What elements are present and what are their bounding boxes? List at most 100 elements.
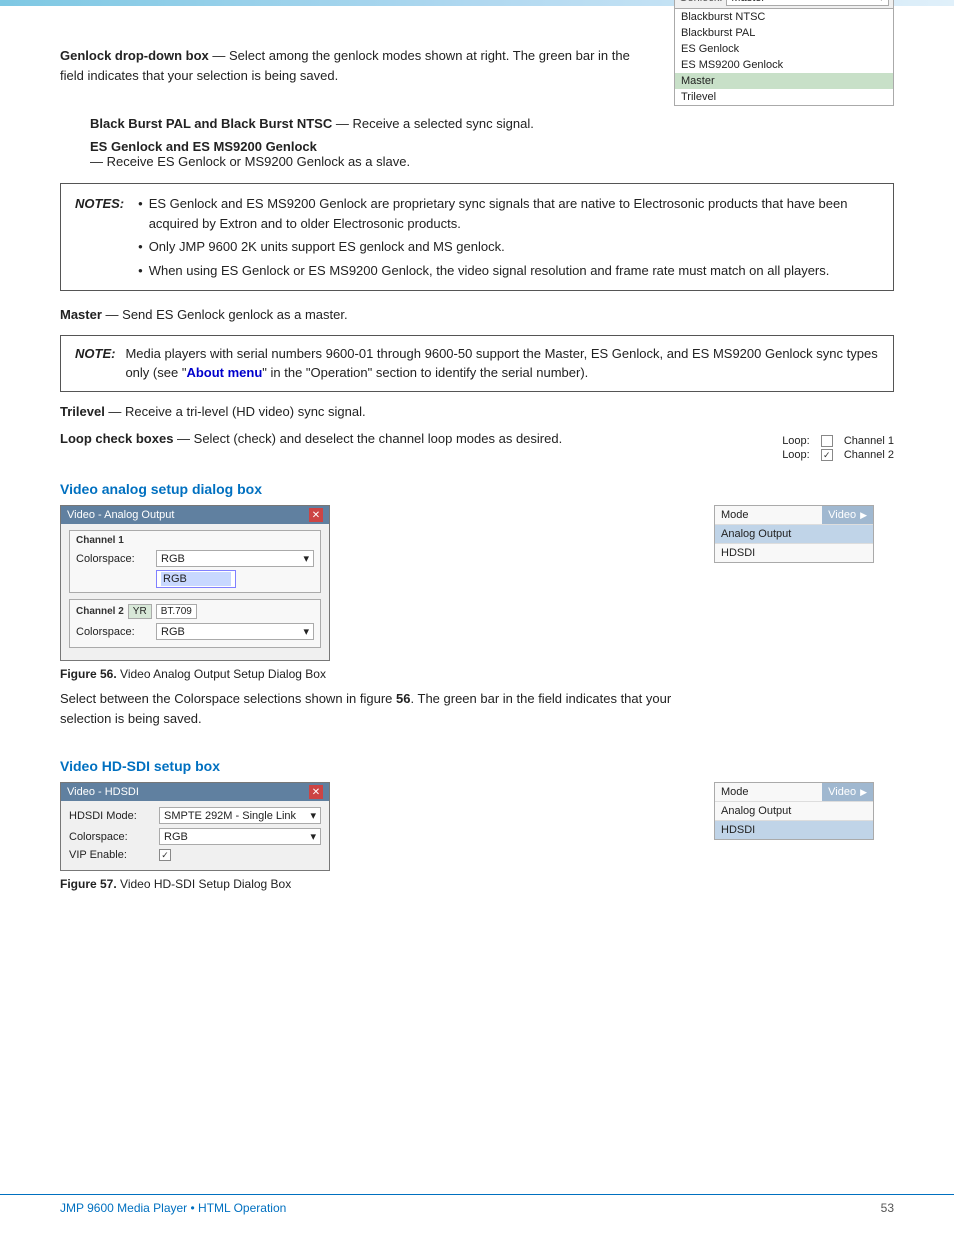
notes-items: • ES Genlock and ES MS9200 Genlock are p… — [138, 194, 879, 280]
figure57-caption: Figure 57. Video HD-SDI Setup Dialog Box — [60, 877, 694, 891]
select-text: Select between the Colorspace selections… — [60, 691, 392, 706]
video-analog-close-button[interactable]: ✕ — [309, 508, 323, 522]
channel2-dropdown-arrow: ▾ — [303, 625, 309, 638]
loop-ch1-checkbox[interactable] — [821, 435, 833, 447]
channel2-section: Channel 2 YR BT.709 Colorspace: RGB ▾ — [69, 599, 321, 648]
video-analog-desc: Select between the Colorspace selections… — [60, 689, 694, 728]
mode-cell-mode: Mode — [715, 506, 822, 524]
video-analog-section: Video analog setup dialog box Video - An… — [60, 481, 894, 738]
mode-row-hdsdi[interactable]: HDSDI — [715, 544, 873, 562]
loop-ch2-row: Loop: ✓ Channel 2 — [782, 449, 894, 461]
black-burst-section: Black Burst PAL and Black Burst NTSC — R… — [90, 116, 894, 131]
genlock-select[interactable]: Master ▾ — [726, 0, 889, 6]
black-burst-text: — Receive a selected sync signal. — [332, 116, 534, 131]
notes-box: NOTES: • ES Genlock and ES MS9200 Genloc… — [60, 183, 894, 291]
hdsdi-mode-arrow-icon: ▶ — [860, 787, 867, 798]
note-box: NOTE: Media players with serial numbers … — [60, 335, 894, 392]
genlock-option-blackburst-ntsc[interactable]: Blackburst NTSC — [675, 9, 893, 25]
mode-cell-video[interactable]: Video ▶ — [822, 506, 873, 524]
trilevel-section: Trilevel — Receive a tri-level (HD video… — [60, 402, 894, 422]
channel2-tab2[interactable]: BT.709 — [156, 604, 197, 619]
loop-text: — Select (check) and deselect the channe… — [173, 431, 562, 446]
channel2-title: Channel 2 — [76, 606, 124, 617]
loop-heading: Loop check boxes — [60, 431, 173, 446]
genlock-option-es-ms9200[interactable]: ES MS9200 Genlock — [675, 57, 893, 73]
notes-content: NOTES: • ES Genlock and ES MS9200 Genloc… — [75, 194, 879, 280]
genlock-panel: Genlock: Master ▾ Blackburst NTSC Blackb… — [674, 0, 894, 106]
video-hdsdi-left: Video - HDSDI ✕ HDSDI Mode: SMPTE 292M -… — [60, 782, 694, 899]
channel1-colorspace-label: Colorspace: — [76, 553, 156, 565]
master-heading: Master — [60, 307, 102, 322]
rgb-dropdown[interactable]: RGB — [156, 570, 236, 588]
rgb-option[interactable]: RGB — [161, 572, 231, 586]
loop-section: Loop check boxes — Select (check) and de… — [60, 431, 894, 463]
hdsdi-mode-row-mode: Mode Video ▶ — [715, 783, 873, 802]
note-item-3: • When using ES Genlock or ES MS9200 Gen… — [138, 261, 879, 281]
about-menu-link[interactable]: About menu — [186, 365, 262, 380]
channel1-colorspace-select[interactable]: RGB ▾ — [156, 550, 314, 567]
video-hdsdi-mode-panel: Mode Video ▶ Analog Output HDSDI — [714, 782, 894, 840]
genlock-option-blackburst-pal[interactable]: Blackburst PAL — [675, 25, 893, 41]
hdsdi-mode-row-hdsdi[interactable]: HDSDI — [715, 821, 873, 839]
channel2-tab1[interactable]: YR — [128, 604, 152, 619]
genlock-arrow-icon: ▾ — [878, 0, 884, 4]
footer-left: JMP 9600 Media Player • HTML Operation — [60, 1201, 286, 1215]
hdsdi-colorspace-select[interactable]: RGB ▾ — [159, 828, 321, 845]
loop-ch2-checkbox[interactable]: ✓ — [821, 449, 833, 461]
channel2-colorspace-select[interactable]: RGB ▾ — [156, 623, 314, 640]
hdsdi-mode-cell-video[interactable]: Video ▶ — [822, 783, 873, 801]
loop-ch1-row: Loop: Channel 1 — [782, 435, 894, 447]
note-item-1: • ES Genlock and ES MS9200 Genlock are p… — [138, 194, 879, 233]
genlock-intro-heading: Genlock drop-down box — [60, 48, 209, 63]
note-text-2: Only JMP 9600 2K units support ES genloc… — [149, 237, 505, 257]
channel1-section: Channel 1 Colorspace: RGB ▾ RGB — [69, 530, 321, 593]
es-genlock-text: — Receive ES Genlock or MS9200 Genlock a… — [90, 154, 410, 169]
note-label: NOTE: — [75, 344, 115, 383]
video-analog-content: Video - Analog Output ✕ Channel 1 Colors… — [60, 505, 894, 738]
hdsdi-mode-value: SMPTE 292M - Single Link — [164, 810, 296, 822]
hdsdi-mode-cell-hdsdi: HDSDI — [715, 821, 873, 839]
video-hdsdi-title: Video - HDSDI — [67, 786, 139, 798]
loop-ch1-text: Channel 1 — [844, 435, 894, 447]
notes-label: NOTES: — [75, 194, 124, 280]
video-analog-title: Video - Analog Output — [67, 509, 174, 521]
hdsdi-mode-label: HDSDI Mode: — [69, 810, 159, 822]
video-hdsdi-section: Video HD-SDI setup box Video - HDSDI ✕ H… — [60, 758, 894, 899]
hdsdi-mode-select[interactable]: SMPTE 292M - Single Link ▾ — [159, 807, 321, 824]
hdsdi-mode-row: HDSDI Mode: SMPTE 292M - Single Link ▾ — [69, 807, 321, 824]
note-text2: " in the "Operation" section to identify… — [262, 365, 588, 380]
genlock-options: Blackburst NTSC Blackburst PAL ES Genloc… — [675, 9, 893, 105]
video-analog-mode-panel: Mode Video ▶ Analog Output HDSDI — [714, 505, 894, 563]
mode-panel-hdsdi: Mode Video ▶ Analog Output HDSDI — [714, 782, 874, 840]
video-hdsdi-dialog: Video - HDSDI ✕ HDSDI Mode: SMPTE 292M -… — [60, 782, 330, 871]
video-analog-left: Video - Analog Output ✕ Channel 1 Colors… — [60, 505, 694, 738]
genlock-option-es-genlock[interactable]: ES Genlock — [675, 41, 893, 57]
hdsdi-mode-cell-analog: Analog Output — [715, 802, 873, 820]
genlock-option-master[interactable]: Master — [675, 73, 893, 89]
video-hdsdi-close-button[interactable]: ✕ — [309, 785, 323, 799]
vip-row: VIP Enable: ✓ — [69, 849, 321, 861]
hdsdi-colorspace-value: RGB — [164, 831, 188, 843]
figure57-text: Video HD-SDI Setup Dialog Box — [120, 877, 291, 891]
loop-ch2-text: Channel 2 — [844, 449, 894, 461]
hdsdi-mode-row-analog[interactable]: Analog Output — [715, 802, 873, 821]
video-hdsdi-body: HDSDI Mode: SMPTE 292M - Single Link ▾ C… — [61, 801, 329, 870]
video-hdsdi-titlebar: Video - HDSDI ✕ — [61, 783, 329, 801]
figure57-label: Figure 57. — [60, 877, 117, 891]
note-text-1: ES Genlock and ES MS9200 Genlock are pro… — [149, 194, 879, 233]
vip-label: VIP Enable: — [69, 849, 159, 861]
video-hdsdi-heading: Video HD-SDI setup box — [60, 758, 894, 774]
figure56-text: Video Analog Output Setup Dialog Box — [120, 667, 326, 681]
mode-cell-analog: Analog Output — [715, 525, 873, 543]
hdsdi-mode-arrow: ▾ — [310, 809, 316, 822]
trilevel-heading: Trilevel — [60, 404, 105, 419]
mode-row-analog[interactable]: Analog Output — [715, 525, 873, 544]
channel2-colorspace-value: RGB — [161, 626, 185, 638]
vip-checkbox[interactable]: ✓ — [159, 849, 171, 861]
video-hdsdi-content: Video - HDSDI ✕ HDSDI Mode: SMPTE 292M -… — [60, 782, 894, 899]
genlock-option-trilevel[interactable]: Trilevel — [675, 89, 893, 105]
mode-arrow-icon: ▶ — [860, 510, 867, 521]
loop-text-block: Loop check boxes — Select (check) and de… — [60, 431, 562, 446]
video-analog-dialog: Video - Analog Output ✕ Channel 1 Colors… — [60, 505, 330, 661]
note-item-2: • Only JMP 9600 2K units support ES genl… — [138, 237, 879, 257]
